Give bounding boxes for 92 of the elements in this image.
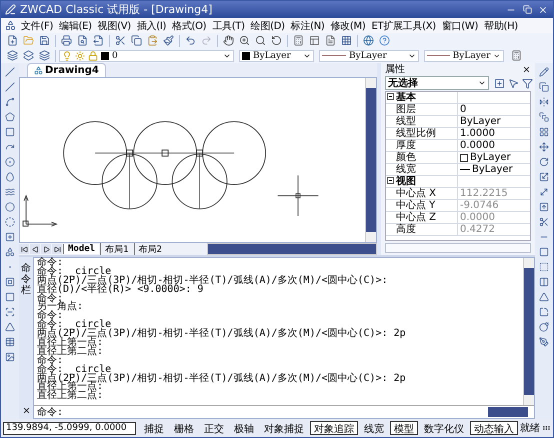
next-tab-icon[interactable]	[41, 244, 51, 254]
drawing-canvas[interactable]	[19, 77, 377, 243]
save-icon[interactable]	[37, 34, 52, 48]
app-logo-icon	[5, 4, 16, 15]
property-name: 厚度	[396, 140, 458, 151]
menu-item[interactable]: 插入(I)	[134, 18, 170, 32]
command-history-line: 命令:	[37, 356, 64, 366]
property-value[interactable]: ByLayer	[458, 152, 530, 163]
line-icon[interactable]	[2, 65, 18, 79]
status-toggle[interactable]: 对象追踪	[310, 421, 358, 435]
property-name: 中心点 X	[396, 188, 458, 199]
property-value[interactable]: ByLayer	[458, 116, 530, 127]
menu-item[interactable]: ET扩展工具(X)	[368, 18, 439, 32]
collapse-icon[interactable]	[387, 177, 394, 184]
layer-manager-icon[interactable]	[5, 48, 20, 62]
window-title: ZWCAD Classic 试用版 - [Drawing4]	[20, 2, 214, 17]
menu-item[interactable]: 编辑(E)	[56, 18, 95, 32]
panel-title: 属性	[385, 62, 405, 76]
command-bar-label: 命令栏	[21, 263, 31, 296]
vertical-scrollbar[interactable]	[523, 258, 534, 405]
status-toggle[interactable]: 动态输入	[470, 421, 518, 435]
vertical-scrollbar[interactable]	[365, 78, 376, 242]
linetype-dropdown[interactable]: ByLayer	[319, 50, 419, 62]
command-history-line: 直径上第二点:	[37, 392, 104, 402]
move-icon[interactable]	[536, 140, 552, 154]
zoom-window-icon[interactable]	[253, 34, 268, 48]
property-name: 线型比例	[396, 128, 458, 139]
color-dropdown[interactable]: ByLayer	[239, 50, 314, 62]
ucs-axis-icon	[22, 194, 58, 227]
property-value[interactable]: ByLayer	[458, 164, 530, 175]
erase-icon[interactable]	[536, 65, 552, 79]
polygon-icon[interactable]	[2, 110, 18, 124]
property-value[interactable]: 0.0000	[458, 140, 530, 151]
menu-item[interactable]: 视图(V)	[94, 18, 134, 32]
copy-icon[interactable]	[129, 34, 144, 48]
help-icon[interactable]	[377, 34, 392, 48]
sun-icon	[75, 50, 85, 60]
zoom-icon[interactable]	[237, 34, 252, 48]
web-icon[interactable]	[361, 34, 376, 48]
property-name: 线型	[396, 116, 458, 127]
selection-dropdown[interactable]: 无选择	[385, 76, 489, 90]
layer-dropdown[interactable]: 0	[59, 50, 234, 62]
circle-icon[interactable]	[2, 155, 18, 169]
status-toggle[interactable]: 模型	[390, 421, 418, 435]
table-icon[interactable]	[339, 34, 354, 48]
first-tab-icon[interactable]	[19, 244, 29, 254]
property-value[interactable]: 1.0000	[458, 128, 530, 139]
menu-item[interactable]: 修改(M)	[328, 18, 368, 32]
menu-item[interactable]: 绘图(D)	[248, 18, 288, 32]
property-name: 中心点 Z	[396, 212, 458, 223]
property-name: 高度	[396, 224, 458, 235]
close-icon[interactable]	[22, 406, 30, 415]
pan-icon[interactable]	[221, 34, 236, 48]
restore-icon[interactable]	[521, 4, 533, 16]
menu-item[interactable]: 标注(N)	[288, 18, 328, 32]
resize-grip-icon[interactable]	[542, 423, 551, 433]
lineweight-dropdown[interactable]: ByLayer	[424, 50, 504, 62]
menu-item[interactable]: 格式(O)	[169, 18, 210, 32]
document-tab[interactable]: Drawing4	[27, 63, 106, 77]
copy-object-icon[interactable]	[536, 80, 552, 94]
last-tab-icon[interactable]	[52, 244, 62, 254]
menu-item[interactable]: 文件(F)	[18, 18, 56, 32]
coordinates-field: 139.9894, -5.0999, 0.0000	[3, 422, 136, 434]
edit-polyline-icon[interactable]	[536, 335, 552, 349]
command-history-line: 两点(2P)/三点(3P)/相切-相切-半径(T)/弧线(A)/多次(M)/<圆中心(C)>:	[37, 276, 389, 286]
property-value[interactable]: 0	[458, 104, 530, 115]
close-icon[interactable]	[522, 64, 531, 74]
status-text: 就绪	[520, 422, 540, 435]
category-label: 视图	[396, 176, 458, 187]
property-name: 颜色	[396, 152, 458, 163]
property-name: 线宽	[396, 164, 458, 175]
lock-icon	[88, 50, 98, 60]
menu-item[interactable]: 工具(T)	[209, 18, 248, 32]
property-name: 中心点 Y	[396, 200, 458, 211]
layout-tab[interactable]: Model	[63, 244, 100, 254]
menu-item[interactable]: 窗口(W)	[438, 18, 482, 32]
collapse-icon[interactable]	[387, 93, 394, 100]
caret-icon	[478, 79, 486, 87]
ray-icon[interactable]	[2, 80, 18, 94]
print-icon[interactable]	[59, 34, 74, 48]
command-input[interactable]: 命令:	[34, 405, 534, 418]
caret-icon	[493, 52, 501, 60]
menu-item[interactable]: 帮助(H)	[481, 18, 521, 32]
bulb-icon	[62, 50, 72, 60]
explode-icon[interactable]	[536, 320, 552, 334]
command-history-line: 命令:	[37, 259, 64, 268]
crosshair-cursor-icon	[277, 175, 319, 216]
previous-tab-icon[interactable]	[30, 244, 40, 254]
property-name: 图层	[396, 104, 458, 115]
match-brush-icon[interactable]	[161, 34, 176, 48]
command-history-line: 两点(2P)/三点(3P)/相切-相切-半径(T)/弧线(A)/多次(M)/<圆中心(C)>: 2p	[37, 374, 407, 384]
horizontal-scrollbar[interactable]	[206, 243, 377, 255]
